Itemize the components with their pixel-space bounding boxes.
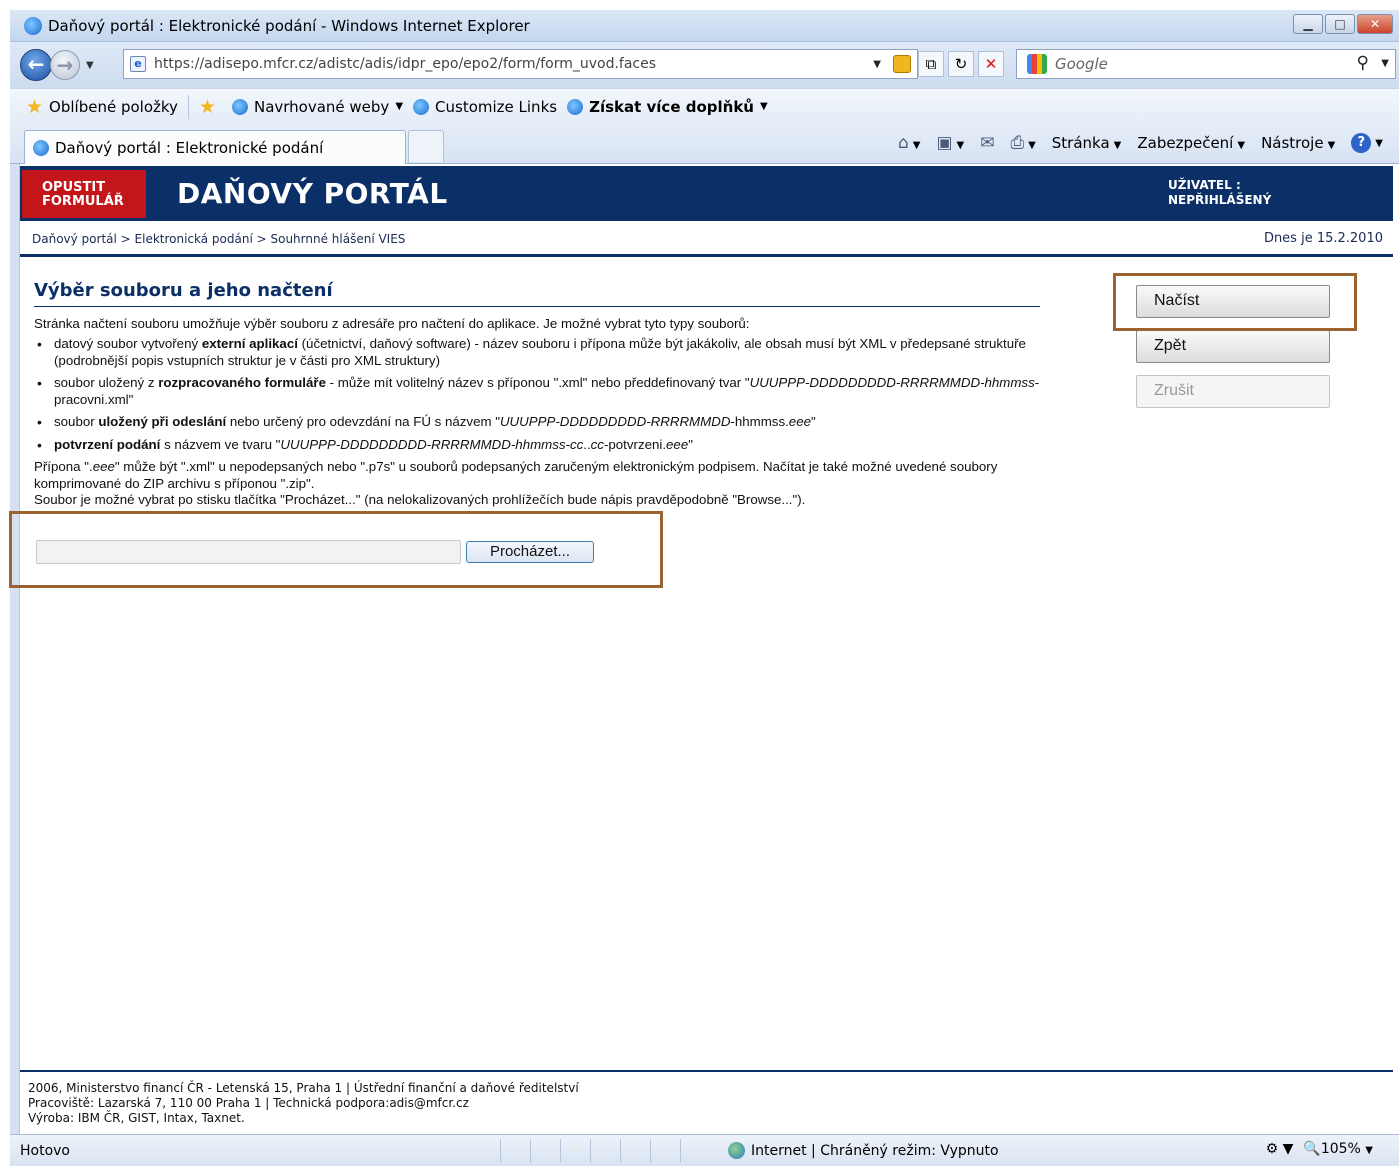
browse-note: Soubor je možné vybrat po stisku tlačítk…	[34, 492, 806, 507]
list-item: datový soubor vytvořený externí aplikací…	[37, 336, 1044, 369]
help-icon: ?	[1351, 133, 1372, 153]
page-menu[interactable]: Stránka ▼	[1052, 134, 1122, 152]
page-footer: 2006, Ministerstvo financí ČR - Letenská…	[20, 1070, 1393, 1132]
status-cells	[500, 1139, 710, 1163]
footer-line: Výroba: IBM ČR, GIST, Intax, Taxnet.	[28, 1111, 245, 1125]
portal-title: DAŇOVÝ PORTÁL	[177, 177, 448, 210]
status-right: ⚙ ▼ 🔍105% ▼	[1266, 1141, 1373, 1157]
customize-links-link[interactable]: Customize Links	[435, 98, 557, 116]
favorites-bar: ★ Oblíbené položky ★ Navrhované weby ▼ C…	[10, 88, 1399, 124]
new-tab-button[interactable]	[408, 130, 444, 162]
current-date: Dnes je 15.2.2010	[1263, 231, 1383, 246]
command-bar: ⌂ ▼ ▣ ▼ ✉ ⎙ ▼ Stránka ▼ Zabezpečení ▼ Nástroj…	[898, 132, 1383, 153]
compatibility-view-icon[interactable]: ⧉	[918, 51, 944, 77]
url-dropdown-icon[interactable]: ▼	[873, 59, 881, 70]
load-highlight-frame	[1113, 273, 1357, 331]
search-dropdown-icon[interactable]: ▼	[1381, 58, 1389, 69]
file-highlight-frame	[9, 511, 663, 588]
favorites-button[interactable]: Oblíbené položky	[49, 98, 178, 116]
breadcrumb-row: Daňový portál > Elektronická podání > So…	[20, 224, 1393, 257]
status-text: Hotovo	[20, 1143, 70, 1159]
back-arrow-icon[interactable]: ←	[20, 49, 52, 81]
ie-page-icon	[413, 98, 430, 115]
search-input[interactable]: Google ⚲ ▼	[1016, 49, 1396, 79]
add-favorite-icon[interactable]: ★	[199, 96, 216, 118]
list-item: soubor uložený z rozpracovaného formulář…	[37, 375, 1044, 408]
user-status: UŽIVATEL : NEPŘIHLÁŠENÝ	[1168, 178, 1272, 207]
maximize-button[interactable]: □	[1325, 14, 1355, 34]
tab-title: Daňový portál : Elektronické podání	[55, 138, 324, 157]
footer-line: Pracoviště: Lazarská 7, 110 00 Praha 1 |…	[28, 1096, 469, 1110]
globe-icon	[728, 1142, 745, 1159]
forward-arrow-icon[interactable]: →	[50, 50, 80, 80]
window-titlebar: Daňový portál : Elektronické podání - Wi…	[10, 10, 1399, 42]
zoom-control[interactable]: 🔍105% ▼	[1303, 1141, 1373, 1157]
intro-text: Stránka načtení souboru umožňuje výběr s…	[34, 315, 750, 331]
extension-note: Přípona ".eee" může být ".xml" u nepodep…	[34, 459, 998, 491]
cancel-button: Zrušit	[1136, 375, 1330, 408]
refresh-icon[interactable]: ↻	[948, 51, 974, 77]
print-icon: ⎙	[1010, 132, 1025, 153]
tab-row: Daňový portál : Elektronické podání ⌂ ▼ ▣…	[10, 124, 1399, 164]
close-button[interactable]: ✕	[1357, 14, 1393, 34]
suggested-sites-link[interactable]: Navrhované weby	[254, 98, 389, 116]
print-button[interactable]: ⎙ ▼	[1010, 133, 1035, 153]
list-item: potvrzení podání s názvem ve tvaru "UUUP…	[37, 437, 1044, 454]
stop-icon[interactable]: ✕	[978, 51, 1004, 77]
home-icon: ⌂	[897, 132, 909, 153]
mail-icon: ✉	[980, 132, 995, 153]
page-title: Výběr souboru a jeho načtení	[34, 282, 1040, 307]
home-button[interactable]: ⌂ ▼	[898, 133, 921, 153]
chevron-down-icon[interactable]: ▼	[395, 101, 403, 112]
mail-button[interactable]: ✉	[980, 133, 994, 153]
exit-form-button[interactable]: OPUSTIT FORMULÁŘ	[22, 170, 146, 218]
url-text[interactable]: https://adisepo.mfcr.cz/adistc/adis/idpr…	[154, 56, 656, 72]
breadcrumb[interactable]: Daňový portál > Elektronická podání > So…	[32, 232, 405, 246]
address-actions: ⧉ ↻ ✕	[918, 49, 1004, 79]
footer-line: 2006, Ministerstvo financí ČR - Letenská…	[28, 1081, 579, 1095]
file-type-list: datový soubor vytvořený externí aplikací…	[34, 336, 1044, 453]
tab-active[interactable]: Daňový portál : Elektronické podání	[24, 130, 406, 164]
back-button[interactable]: Zpět	[1136, 330, 1330, 363]
zone-text: Internet | Chráněný režim: Vypnuto	[751, 1142, 999, 1159]
window-title: Daňový portál : Elektronické podání - Wi…	[48, 16, 530, 35]
get-addons-link[interactable]: Získat více doplňků	[589, 98, 754, 116]
ie-logo-icon	[24, 16, 42, 35]
security-menu[interactable]: Zabezpečení ▼	[1137, 134, 1245, 152]
security-zone[interactable]: Internet | Chráněný režim: Vypnuto	[728, 1142, 999, 1159]
chevron-down-icon[interactable]: ▼	[760, 101, 768, 112]
ie-page-icon	[33, 139, 49, 156]
favorites-star-icon[interactable]: ★	[26, 96, 43, 118]
status-bar: Hotovo Internet | Chráněný režim: Vypnut…	[10, 1134, 1399, 1166]
tools-menu[interactable]: Nástroje ▼	[1261, 134, 1335, 152]
address-toolbar: ← → ▼ e https://adisepo.mfcr.cz/adistc/a…	[10, 42, 1399, 88]
address-input[interactable]: e https://adisepo.mfcr.cz/adistc/adis/id…	[123, 49, 918, 79]
page-icon: e	[130, 56, 146, 72]
portal-header: OPUSTIT FORMULÁŘ DAŇOVÝ PORTÁL UŽIVATEL …	[20, 166, 1393, 221]
help-menu[interactable]: ? ▼	[1351, 132, 1383, 153]
rss-icon: ▣	[936, 132, 953, 153]
divider	[187, 94, 189, 119]
list-item: soubor uložený při odeslání nebo určený …	[37, 414, 1044, 431]
search-placeholder: Google	[1055, 55, 1108, 73]
feeds-button[interactable]: ▣ ▼	[936, 133, 964, 153]
ie-page-icon	[567, 98, 584, 115]
main-content: Výběr souboru a jeho načtení Stránka nač…	[34, 282, 1044, 509]
google-logo-icon	[1027, 54, 1047, 74]
lock-icon[interactable]	[893, 55, 911, 73]
history-dropdown-icon[interactable]: ▼	[86, 60, 94, 71]
ie-page-icon	[231, 98, 248, 115]
window-controls: ▁ □ ✕	[1293, 14, 1393, 34]
window-left-edge	[10, 164, 20, 1134]
page-body: Výběr souboru a jeho načtení Stránka nač…	[9, 257, 1393, 1070]
popup-blocker-icon[interactable]: ⚙ ▼	[1266, 1141, 1294, 1157]
search-icon[interactable]: ⚲	[1357, 53, 1369, 73]
minimize-button[interactable]: ▁	[1293, 14, 1323, 34]
